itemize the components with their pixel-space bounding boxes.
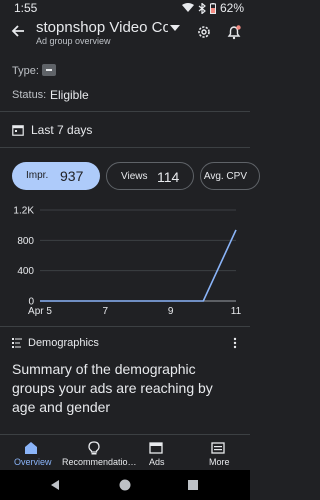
nav-label: Overview (14, 457, 52, 467)
ads-icon (149, 442, 163, 454)
status-icons: 62% (181, 1, 244, 15)
divider (0, 326, 250, 327)
metric-name: Impr. (26, 170, 49, 181)
system-recents-icon[interactable] (188, 480, 198, 490)
bluetooth-icon (198, 2, 206, 14)
page-subtitle: Ad group overview (36, 36, 111, 46)
system-nav-bar (0, 470, 250, 500)
metric-chip-avg-cpv[interactable]: Avg. CPV (200, 162, 260, 190)
dropdown-caret-icon[interactable] (170, 24, 180, 32)
notification-bell-icon[interactable] (226, 24, 242, 40)
home-icon (25, 442, 37, 454)
status-bar: 1:55 62% (0, 0, 250, 16)
more-vert-icon[interactable] (232, 336, 238, 350)
demographics-header: Demographics (12, 336, 238, 352)
metric-chip-views[interactable]: Views 114 (106, 162, 194, 190)
divider (0, 111, 250, 112)
type-label: Type: (12, 65, 39, 77)
x-tick-label: 11 (231, 306, 242, 317)
wifi-icon (181, 3, 194, 12)
battery-percent: 62% (219, 1, 244, 15)
divider (0, 147, 250, 148)
gear-icon[interactable] (196, 24, 212, 40)
date-range-label: Last 7 days (31, 123, 93, 137)
y-tick-label: 400 (17, 266, 34, 277)
impressions-line-chart: 04008001.2KApr 5 7 9 11 (13, 206, 242, 318)
nav-item-recommendations[interactable]: Recommendatio… (62, 435, 137, 471)
calendar-icon (12, 125, 24, 136)
system-home-icon[interactable] (119, 479, 131, 491)
x-tick-label: Apr 5 (28, 306, 52, 317)
y-tick-label: 1.2K (13, 206, 34, 217)
nav-label: Ads (149, 457, 165, 467)
bottom-nav: Overview Recommendatio… Ads More (0, 434, 250, 471)
app-bar: stopnshop Video Cor Ad group overview (0, 16, 250, 50)
battery-icon (209, 2, 216, 14)
metric-value: 114 (157, 169, 180, 185)
nav-item-more[interactable]: More (186, 435, 250, 471)
status-label: Status: (12, 89, 47, 101)
metric-value: 937 (60, 168, 84, 184)
metric-name: Views (121, 171, 148, 182)
x-tick-label: 7 (103, 306, 109, 317)
nav-item-overview[interactable]: Overview (0, 435, 62, 471)
demographics-icon (12, 338, 22, 348)
status-time: 1:55 (14, 1, 38, 15)
status-value: Eligible (50, 88, 89, 102)
nav-label: More (209, 457, 230, 467)
demographics-summary: Summary of the demographic groups your a… (12, 361, 213, 415)
type-badge (42, 64, 56, 76)
lightbulb-icon (88, 441, 100, 455)
y-tick-label: 800 (17, 236, 34, 247)
system-back-icon[interactable] (50, 479, 60, 491)
demographics-label: Demographics (28, 337, 99, 349)
more-icon (211, 442, 225, 454)
metric-name: Avg. CPV (203, 171, 247, 182)
campaign-title[interactable]: stopnshop Video Cor (36, 19, 168, 36)
nav-item-ads[interactable]: Ads (126, 435, 186, 471)
x-tick-label: 9 (168, 306, 174, 317)
metric-chip-impressions[interactable]: Impr. 937 (12, 162, 100, 190)
back-arrow-icon[interactable] (10, 23, 26, 39)
